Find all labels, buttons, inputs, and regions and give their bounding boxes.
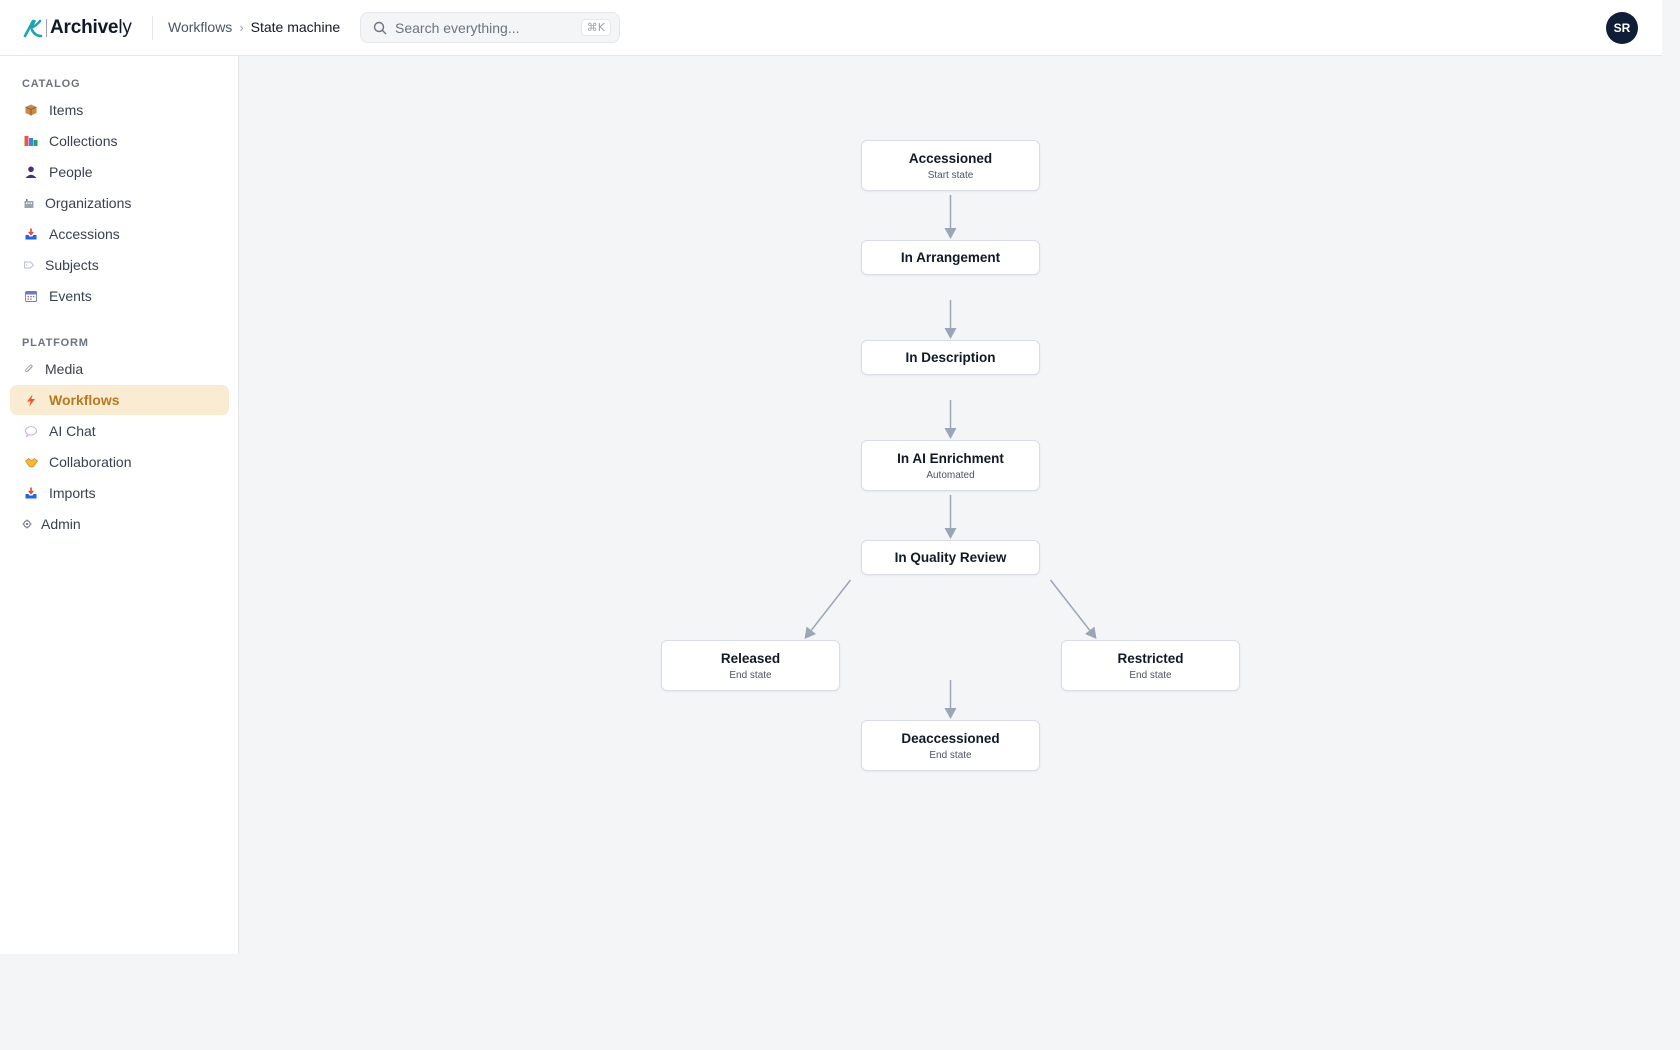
paperclip-icon xyxy=(24,362,34,376)
sidebar-item-label: Collaboration xyxy=(49,454,132,470)
sidebar-item-label: AI Chat xyxy=(49,423,96,439)
state-title: Accessioned xyxy=(908,150,993,166)
state-title: In Description xyxy=(905,350,996,365)
state-title: In Quality Review xyxy=(894,550,1007,565)
gear-icon xyxy=(22,517,32,531)
tag-icon xyxy=(24,258,34,272)
arrowhead-icon xyxy=(944,528,957,539)
arrowhead-icon xyxy=(804,626,816,639)
sidebar-item-label: Workflows xyxy=(49,392,120,408)
state-node-in-ai-enrichment[interactable]: In AI Enrichment Automated xyxy=(861,440,1040,491)
arrowhead-icon xyxy=(944,328,957,339)
header-divider xyxy=(152,16,153,40)
sidebar-item-items[interactable]: Items xyxy=(10,95,229,125)
breadcrumb-workflows[interactable]: Workflows xyxy=(168,19,232,35)
arrowhead-icon xyxy=(944,428,957,439)
state-title: In AI Enrichment xyxy=(897,450,1004,466)
transition-in-arrangement-to-in-description xyxy=(944,300,957,339)
building-icon xyxy=(24,196,34,210)
sidebar-item-events[interactable]: Events xyxy=(10,281,229,311)
state-node-accessioned[interactable]: Accessioned Start state xyxy=(861,140,1040,191)
arrowhead-icon xyxy=(944,228,957,239)
speech-bubble-icon xyxy=(24,424,38,438)
state-title: Restricted xyxy=(1117,650,1184,666)
breadcrumb-current: State machine xyxy=(250,19,341,35)
sidebar-item-admin[interactable]: Admin xyxy=(10,509,229,539)
global-search[interactable]: ⌘K xyxy=(360,12,620,43)
sidebar-section-catalog: CATALOG xyxy=(22,78,81,90)
state-subtitle: End state xyxy=(729,669,772,681)
person-icon xyxy=(24,165,38,179)
state-subtitle: End state xyxy=(929,749,972,761)
books-icon xyxy=(24,134,38,148)
state-title: In Arrangement xyxy=(900,250,1001,265)
package-icon xyxy=(24,103,38,117)
sidebar-item-workflows[interactable]: Workflows xyxy=(10,385,229,415)
workflow-canvas[interactable]: Accessioned Start state In Arrangement I… xyxy=(240,56,1662,1050)
top-bar: Archively Workflows › State machine ⌘K S… xyxy=(0,0,1662,56)
transition-in-ai-enrichment-to-in-quality-review xyxy=(944,495,957,539)
sidebar-item-imports[interactable]: Imports xyxy=(10,478,229,508)
sidebar-item-collections[interactable]: Collections xyxy=(10,126,229,156)
state-node-released[interactable]: Released End state xyxy=(661,640,840,691)
sidebar-item-collaboration[interactable]: Collaboration xyxy=(10,447,229,477)
app-logo[interactable]: Archively xyxy=(22,16,132,40)
inbox-tray-icon xyxy=(24,486,38,500)
sidebar: CATALOG Items Collections People Organiz… xyxy=(0,56,239,954)
search-icon xyxy=(373,21,387,34)
state-node-deaccessioned[interactable]: Deaccessioned End state xyxy=(861,720,1040,771)
state-node-in-quality-review[interactable]: In Quality Review xyxy=(861,540,1040,575)
transition-in-description-to-in-ai-enrichment xyxy=(944,400,957,439)
transition-line xyxy=(810,579,852,631)
arrowhead-icon xyxy=(944,708,957,719)
sidebar-item-label: Collections xyxy=(49,133,118,149)
transition-in-quality-review-to-deaccessioned xyxy=(944,680,957,719)
archively-logo-icon xyxy=(23,19,43,38)
sidebar-item-label: Admin xyxy=(41,516,81,532)
sidebar-item-label: Organizations xyxy=(45,195,132,211)
sidebar-item-label: People xyxy=(49,164,93,180)
sidebar-item-subjects[interactable]: Subjects xyxy=(10,250,229,280)
state-node-restricted[interactable]: Restricted End state xyxy=(1061,640,1240,691)
logo-divider xyxy=(46,19,47,37)
sidebar-item-label: Imports xyxy=(49,485,96,501)
handshake-icon xyxy=(24,455,38,469)
state-subtitle: Start state xyxy=(927,169,974,181)
arrowhead-icon xyxy=(1085,626,1097,639)
transition-line xyxy=(1049,579,1091,631)
breadcrumb-separator: › xyxy=(239,19,244,35)
state-subtitle: Automated xyxy=(926,469,975,481)
state-title: Deaccessioned xyxy=(901,730,1000,746)
state-node-in-description[interactable]: In Description xyxy=(861,340,1040,375)
search-input[interactable] xyxy=(395,19,575,36)
sidebar-item-media[interactable]: Media xyxy=(10,354,229,384)
sidebar-item-label: Accessions xyxy=(49,226,120,242)
user-avatar[interactable]: SR xyxy=(1606,12,1638,44)
calendar-icon xyxy=(24,289,38,303)
transition-accessioned-to-in-arrangement xyxy=(944,195,957,239)
sidebar-item-organizations[interactable]: Organizations xyxy=(10,188,229,218)
breadcrumb: Workflows › State machine xyxy=(168,19,340,35)
sidebar-item-label: Subjects xyxy=(45,257,99,273)
sidebar-item-people[interactable]: People xyxy=(10,157,229,187)
state-subtitle: End state xyxy=(1129,669,1172,681)
state-node-in-arrangement[interactable]: In Arrangement xyxy=(861,240,1040,275)
sidebar-item-ai-chat[interactable]: AI Chat xyxy=(10,416,229,446)
sidebar-item-label: Events xyxy=(49,288,92,304)
app-name: Archively xyxy=(50,17,132,38)
transition-in-quality-review-to-released xyxy=(804,579,852,639)
sidebar-item-accessions[interactable]: Accessions xyxy=(10,219,229,249)
sidebar-item-label: Items xyxy=(49,102,84,118)
sidebar-item-label: Media xyxy=(45,361,84,377)
sidebar-section-platform: PLATFORM xyxy=(22,337,89,349)
inbox-tray-icon xyxy=(24,227,38,241)
search-shortcut-hint: ⌘K xyxy=(580,19,611,36)
state-title: Released xyxy=(720,650,781,666)
lightning-icon xyxy=(24,393,38,407)
transition-in-quality-review-to-restricted xyxy=(1049,579,1097,639)
